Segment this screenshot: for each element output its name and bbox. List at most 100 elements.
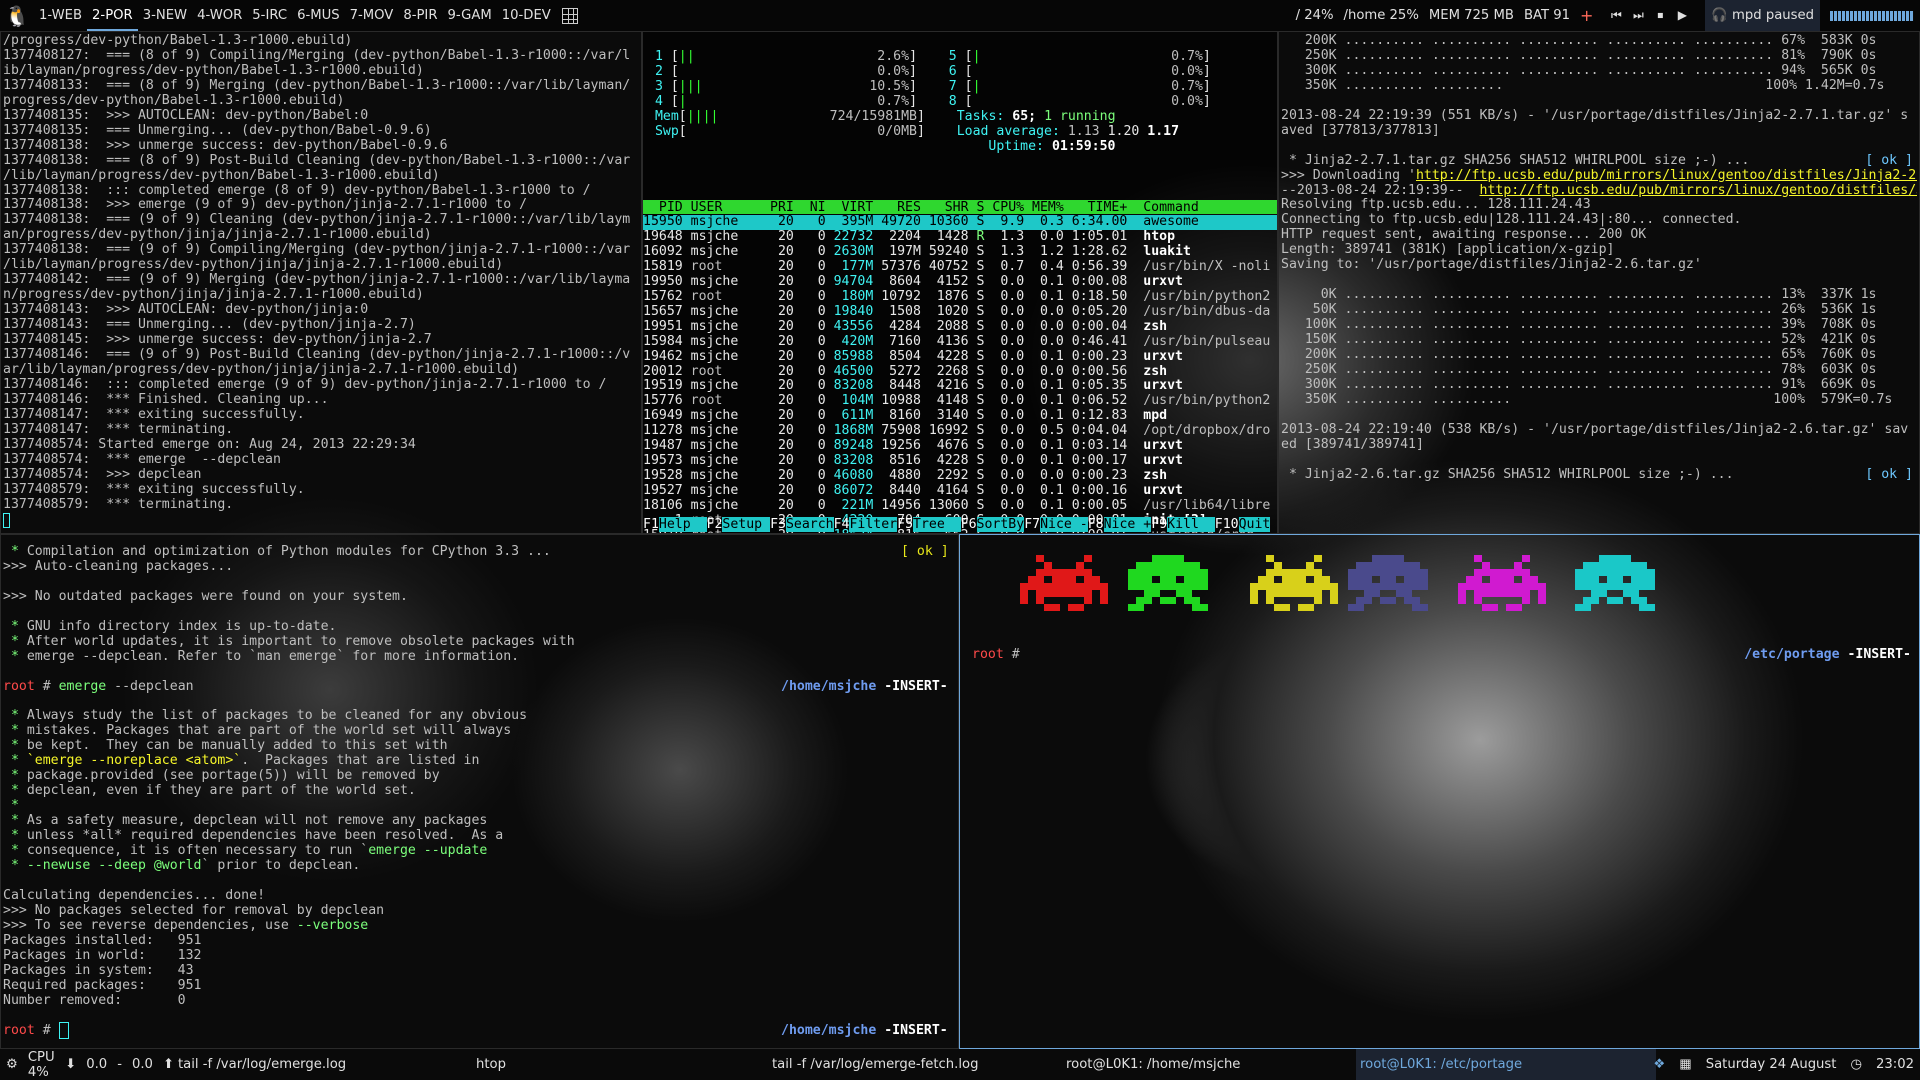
htop-process-row[interactable]: 18106 msjche 20 0 221M 14956 13060 S 0.0… — [643, 498, 1270, 514]
htop-fkey[interactable]: F10 — [1215, 517, 1239, 532]
saved-line: 2013-08-24 22:19:39 (551 KB/s) - '/usr/p… — [1281, 109, 1917, 124]
htop-fkey-label[interactable]: Help — [658, 517, 707, 532]
htop-process-row[interactable]: 19519 msjche 20 0 83208 8448 4216 S 0.0 … — [643, 379, 1270, 394]
tag-4-wor[interactable]: 4-WOR — [192, 0, 247, 31]
htop-process-row[interactable]: 19573 msjche 20 0 83208 8516 4228 S 0.0 … — [643, 453, 1270, 469]
htop-cell: 1.3 — [984, 243, 1025, 259]
htop-fkey-label[interactable]: Nice + — [1103, 517, 1152, 532]
tag-6-mus[interactable]: 6-MUS — [292, 0, 345, 31]
htop-column-header[interactable]: PID USER PRI NI VIRT RES SHR S CPU% MEM%… — [643, 200, 1277, 215]
htop-process-row[interactable]: 11278 msjche 20 0 1868M 75908 16992 S 0.… — [643, 423, 1270, 439]
mpd-widget[interactable]: 🎧 mpd paused — [1705, 0, 1820, 31]
task-button[interactable]: tail -f /var/log/emerge-fetch.log — [768, 1049, 1061, 1080]
task-button[interactable]: tail -f /var/log/emerge.log — [174, 1049, 467, 1080]
tag-2-por[interactable]: 2-POR — [87, 0, 138, 31]
htop-cell: 0:00.17 — [1063, 453, 1144, 469]
text-span: root — [3, 1022, 35, 1038]
htop-fkey-label[interactable]: Search — [785, 517, 834, 532]
htop-process-row[interactable]: 15657 msjche 20 0 19840 1508 1020 S 0.0 … — [643, 304, 1270, 320]
dropbox-icon[interactable]: ❖ — [1653, 1057, 1665, 1072]
htop-process-row[interactable]: 15984 msjche 20 0 420M 7160 4136 S 0.0 0… — [643, 334, 1270, 350]
htop-fkey[interactable]: F9 — [1151, 517, 1167, 532]
htop-process-row[interactable]: 19648 msjche 20 0 22732 2204 1428 R 1.3 … — [643, 229, 1270, 245]
tag-10-dev[interactable]: 10-DEV — [497, 0, 556, 31]
log-line: 1377408147: *** terminating. — [3, 422, 630, 438]
text-span: 1377408138: === (9 of 9) Compiling/Mergi… — [3, 242, 631, 258]
add-tag-button[interactable]: + — [1580, 6, 1593, 25]
htop-function-keys: F1Help F2Setup F3SearchF4FilterF5Tree F6… — [643, 517, 1277, 533]
htop-fkey[interactable]: F1 — [643, 517, 659, 532]
htop-cell: 4284 — [873, 318, 921, 334]
htop-fkey-label[interactable]: Filter — [849, 517, 898, 532]
terminal-htop[interactable]: 1 [|| 2.6%] 5 [| 0.7%] 2 [ 0.0%] 6 [ 0.0… — [642, 31, 1278, 534]
stop-icon[interactable]: ⏹ — [1651, 8, 1669, 23]
terminal-etc-portage[interactable]: root # /etc/portage -INSERT- — [959, 534, 1920, 1049]
htop-process-row[interactable]: 16949 msjche 20 0 611M 8160 3140 S 0.0 0… — [643, 408, 1270, 424]
htop-process-row[interactable]: 15776 root 20 0 104M 10988 4148 S 0.0 0.… — [643, 393, 1270, 409]
htop-cell: 0.0 — [984, 288, 1025, 304]
blank-line — [3, 575, 958, 590]
text-span: 0.7% — [1171, 49, 1203, 64]
htop-fkey-label[interactable]: Setup — [722, 517, 771, 532]
linux-tux-icon[interactable]: 🐧 — [0, 0, 34, 31]
prev-icon[interactable]: ⏮ — [1607, 8, 1625, 23]
text-span: Saving to: '/usr/portage/distfiles/Jinja… — [1281, 258, 1702, 273]
text-span: progress/dev-python/Babel-1.3-r1000.ebui… — [3, 92, 345, 108]
tag-1-web[interactable]: 1-WEB — [34, 0, 87, 31]
htop-fkey[interactable]: F5 — [897, 517, 913, 532]
htop-process-row[interactable]: 19528 msjche 20 0 46080 4880 2292 S 0.0 … — [643, 468, 1270, 484]
htop-fkey[interactable]: F3 — [770, 517, 786, 532]
htop-process-row[interactable]: 15950 msjche 20 0 395M 49720 10360 S 9.9… — [643, 214, 1270, 230]
tag-7-mov[interactable]: 7-MOV — [345, 0, 399, 31]
htop-cell: 49720 — [873, 214, 921, 229]
htop-fkey-label[interactable]: Nice - — [1040, 517, 1088, 532]
htop-process-row[interactable]: 20012 root 20 0 46500 5272 2268 S 0.0 0.… — [643, 364, 1270, 380]
tag-8-pir[interactable]: 8-PIR — [398, 0, 442, 31]
task-button[interactable]: root@L0K1: /etc/portage — [1356, 1049, 1656, 1080]
htop-process-row[interactable]: 15762 root 20 0 180M 10792 1876 S 0.0 0.… — [643, 288, 1270, 305]
text-span: 10.5% — [869, 78, 910, 94]
htop-process-row[interactable]: 19487 msjche 20 0 89248 19256 4676 S 0.0… — [643, 438, 1270, 454]
next-icon[interactable]: ⏭ — [1629, 8, 1647, 23]
task-button[interactable]: htop — [472, 1049, 765, 1080]
tag-3-new[interactable]: 3-NEW — [138, 0, 192, 31]
htop-process-row[interactable]: 15819 root 20 0 177M 57376 40752 S 0.7 0… — [643, 258, 1270, 275]
htop-fkey-label[interactable]: Kill — [1167, 517, 1215, 532]
htop-process-row[interactable]: 19462 msjche 20 0 85988 8504 4228 S 0.0 … — [643, 349, 1270, 365]
htop-cell: 0.0 — [1024, 318, 1064, 334]
htop-fkey-label[interactable]: SortBy — [976, 517, 1025, 532]
htop-process-row[interactable]: 16092 msjche 20 0 2630M 197M 59240 S 1.3… — [643, 243, 1270, 260]
htop-cell: 0:18.50 — [1063, 288, 1144, 304]
volume-bar[interactable] — [1830, 10, 1914, 21]
layout-tile-icon[interactable] — [561, 7, 578, 24]
htop-fkey-label[interactable]: Quit — [1238, 517, 1271, 532]
htop-fkey-label[interactable]: Tree — [913, 517, 961, 532]
htop-cell: 15950 — [643, 214, 691, 229]
text-span: 1377408143: >>> AUTOCLEAN: dev-python/ji… — [3, 302, 369, 318]
htop-fkey[interactable]: F7 — [1024, 517, 1040, 532]
htop-fkey[interactable]: F4 — [834, 517, 850, 532]
gear-icon[interactable]: ⚙ — [6, 1057, 18, 1072]
htop-cell: 0.4 — [1024, 258, 1064, 274]
terminal-home-msjche[interactable]: * Compilation and optimization of Python… — [0, 534, 959, 1049]
text-span: Tasks: — [956, 108, 1013, 124]
htop-cell: msjche — [690, 318, 763, 334]
htop-cell: 16992 — [920, 423, 969, 439]
htop-process-row[interactable]: 19950 msjche 20 0 94704 8604 4152 S 0.0 … — [643, 274, 1270, 290]
task-button[interactable]: root@L0K1: /home/msjche — [1062, 1049, 1362, 1080]
htop-process-row[interactable]: 19951 msjche 20 0 43556 4284 2088 S 0.0 … — [643, 318, 1270, 335]
tag-5-irc[interactable]: 5-IRC — [247, 0, 292, 31]
htop-fkey[interactable]: F8 — [1088, 517, 1104, 532]
htop-process-row[interactable]: 19527 msjche 20 0 86072 8440 4164 S 0.0 … — [643, 483, 1270, 499]
htop-fkey[interactable]: F6 — [961, 517, 977, 532]
tag-9-gam[interactable]: 9-GAM — [442, 0, 496, 31]
htop-fkey[interactable]: F2 — [707, 517, 723, 532]
htop-cell: 19527 — [643, 483, 691, 499]
htop-cell: 0.0 — [984, 438, 1025, 454]
htop-cell: root — [690, 393, 763, 409]
terminal-emerge-log[interactable]: /progress/dev-python/Babel-1.3-r1000.ebu… — [0, 31, 642, 534]
blank-line — [1281, 453, 1917, 468]
terminal-emerge-fetch[interactable]: 200K .......... .......... .......... ..… — [1278, 31, 1920, 534]
play-icon[interactable]: ▶ — [1673, 8, 1691, 23]
media-controls: ⏮ ⏭ ⏹ ▶ — [1603, 8, 1695, 23]
